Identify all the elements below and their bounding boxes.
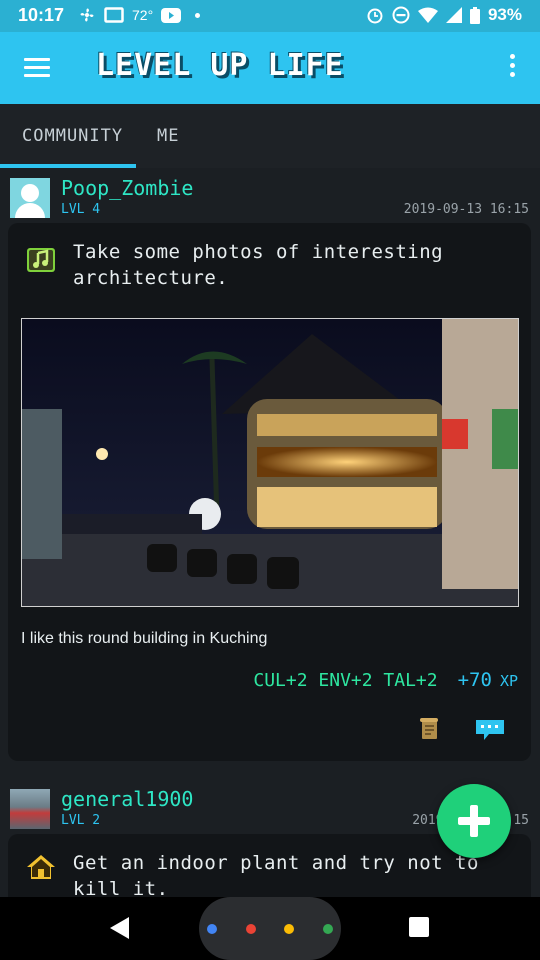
avatar[interactable] bbox=[10, 178, 50, 218]
assistant-dot bbox=[323, 924, 333, 934]
tab-me[interactable]: ME bbox=[157, 126, 179, 146]
quest-title: Take some photos of interesting architec… bbox=[73, 241, 444, 289]
temperature: 72° bbox=[132, 7, 154, 23]
add-quest-button[interactable] bbox=[437, 784, 511, 858]
attribute-gains: CUL+2 ENV+2 TAL+2 bbox=[253, 670, 438, 691]
assistant-dot bbox=[207, 924, 217, 934]
youtube-icon bbox=[161, 7, 182, 23]
tab-bar: COMMUNITY ME bbox=[0, 104, 540, 168]
post-timestamp: 2019-09-13 16:15 bbox=[403, 202, 529, 217]
house-icon bbox=[27, 855, 55, 879]
post-card[interactable]: Take some photos of interesting architec… bbox=[8, 223, 531, 761]
alarm-icon bbox=[367, 8, 383, 24]
notification-icons: 72° bbox=[78, 6, 201, 24]
menu-icon[interactable] bbox=[24, 58, 50, 78]
avatar[interactable] bbox=[10, 789, 50, 829]
username[interactable]: Poop_Zombie bbox=[61, 176, 193, 200]
back-icon[interactable] bbox=[110, 917, 129, 939]
tab-community[interactable]: COMMUNITY bbox=[22, 126, 123, 146]
assistant-dot bbox=[246, 924, 256, 934]
quest-title: Get an indoor plant and try not to kill … bbox=[73, 852, 479, 900]
nav-bar bbox=[0, 897, 540, 960]
system-icons: 93% bbox=[366, 5, 522, 25]
tab-indicator bbox=[0, 164, 136, 168]
signal-icon bbox=[445, 7, 462, 23]
user-level: LVL 2 bbox=[61, 813, 101, 828]
more-vert-icon[interactable] bbox=[510, 54, 516, 82]
cast-icon bbox=[104, 7, 124, 23]
scroll-icon[interactable] bbox=[419, 718, 439, 740]
music-note-icon bbox=[27, 248, 55, 272]
home-icon[interactable] bbox=[199, 897, 341, 960]
post-header: Poop_Zombie LVL 4 2019-09-13 16:15 bbox=[0, 176, 540, 228]
status-time: 10:17 bbox=[18, 5, 65, 25]
assistant-dot bbox=[284, 924, 294, 934]
status-bar: 10:17 72° 93% bbox=[0, 0, 540, 32]
post-caption: I like this round building in Kuching bbox=[21, 630, 268, 647]
comment-icon[interactable] bbox=[475, 718, 505, 742]
wifi-icon bbox=[417, 7, 438, 23]
xp-unit: XP bbox=[499, 672, 518, 690]
xp-stats: CUL+2 ENV+2 TAL+2 +70 XP bbox=[253, 669, 518, 691]
building-photo bbox=[22, 319, 518, 606]
username[interactable]: general1900 bbox=[61, 787, 193, 811]
user-level: LVL 4 bbox=[61, 202, 101, 217]
app-bar: LEVEL UP LIFE bbox=[0, 32, 540, 104]
battery-icon bbox=[469, 6, 480, 24]
fan-icon bbox=[80, 8, 94, 22]
dot-icon bbox=[195, 12, 201, 18]
recents-icon[interactable] bbox=[409, 917, 429, 937]
xp-value: +70 bbox=[457, 669, 492, 691]
battery-percent: 93% bbox=[487, 5, 522, 24]
dnd-icon bbox=[392, 6, 410, 24]
post-photo[interactable] bbox=[21, 318, 519, 607]
app-title: LEVEL UP LIFE bbox=[96, 48, 344, 83]
